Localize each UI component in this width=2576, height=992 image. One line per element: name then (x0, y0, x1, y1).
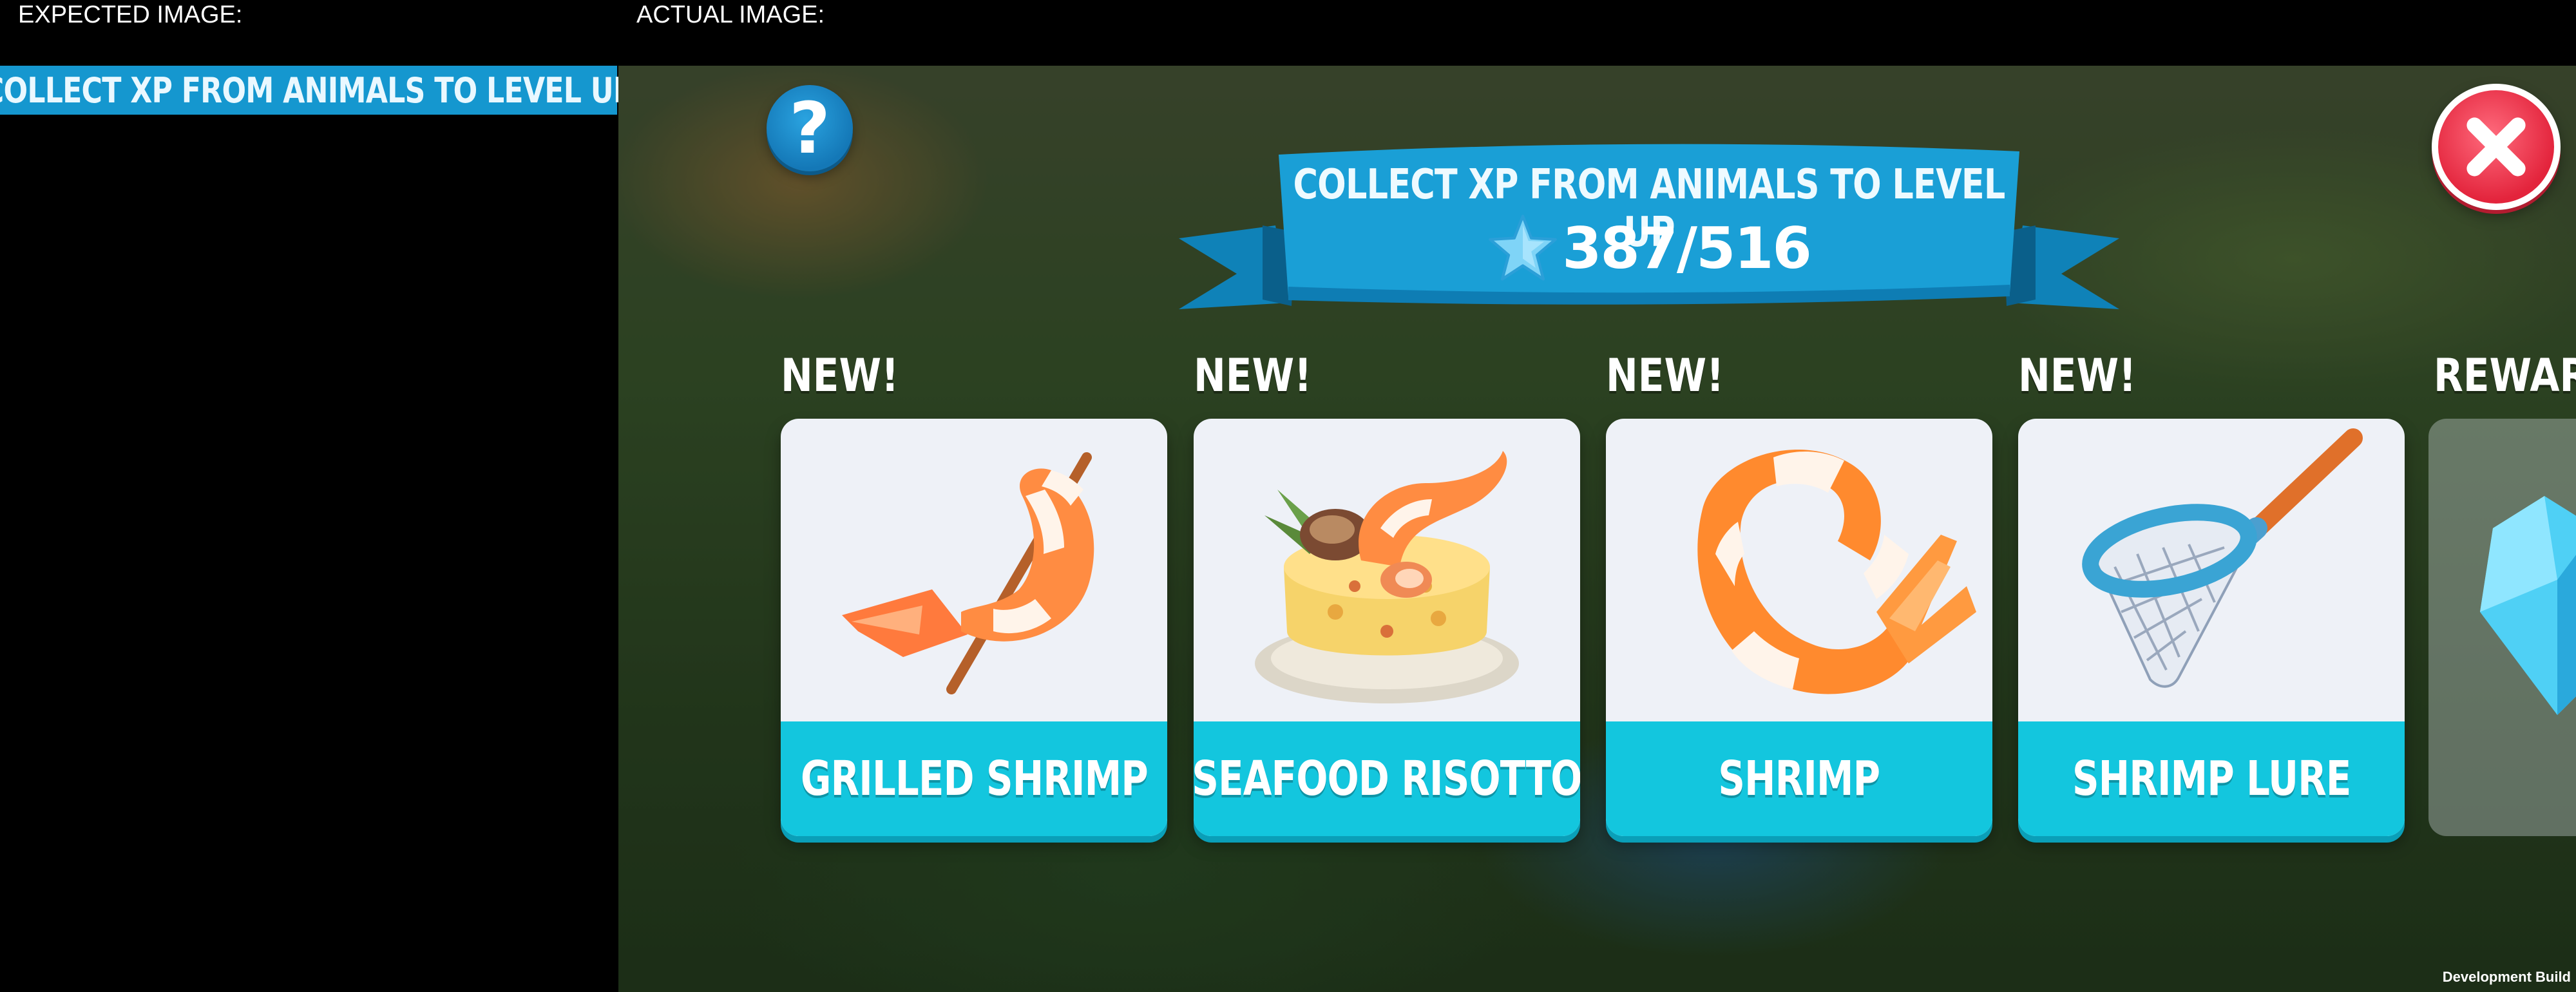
card-name: SEAFOOD RISOTTO (1194, 751, 1580, 806)
card-footer: SHRIMP LURE (2018, 721, 2405, 836)
development-build-label: Development Build (2442, 969, 2571, 985)
seafood-risotto-icon (1255, 451, 1519, 703)
card-body: SEAFOOD RISOTTO (1194, 419, 1580, 836)
expected-crop-text: COLLECT XP FROM ANIMALS TO LEVEL UP (0, 66, 634, 115)
shrimp-lure-icon (2082, 428, 2363, 688)
xp-value: 387/516 (1562, 215, 1812, 281)
star-icon (1489, 215, 1558, 281)
new-badge: NEW! (781, 349, 899, 402)
question-mark-icon: ? (789, 87, 830, 169)
gem-icon (2480, 496, 2576, 715)
expected-image-label: EXPECTED IMAGE: (18, 1, 243, 28)
expected-crop-label: COLLECT XP FROM ANIMALS TO LEVEL UP (0, 70, 634, 111)
new-badge: NEW! (1194, 349, 1312, 402)
close-button[interactable] (2432, 84, 2561, 210)
card-name: SHRIMP LURE (2072, 751, 2351, 806)
xp-progress: 387/516 (1179, 213, 2119, 283)
shrimp-icon (1697, 449, 1976, 694)
game-screen: ? COLLECT XP FROM ANIMALS TO LEVEL UP 38… (618, 66, 2576, 992)
level-banner: COLLECT XP FROM ANIMALS TO LEVEL UP 387/… (1179, 142, 2119, 329)
card-body: SHRIMP LURE (2018, 419, 2405, 836)
help-button[interactable]: ? (767, 85, 853, 171)
reward-card[interactable] (2428, 419, 2576, 836)
card-name: SHRIMP (1718, 751, 1881, 806)
card-footer: SHRIMP (1606, 721, 1992, 836)
new-badge: NEW! (1606, 349, 1724, 402)
reward-label: REWAR (2434, 349, 2576, 402)
card-body: GRILLED SHRIMP (781, 419, 1167, 836)
actual-image-label: ACTUAL IMAGE: (636, 1, 825, 28)
new-badge: NEW! (2018, 349, 2137, 402)
grilled-shrimp-icon (842, 452, 1094, 694)
card-body: SHRIMP (1606, 419, 1992, 836)
close-icon (2466, 117, 2526, 176)
card-footer: GRILLED SHRIMP (781, 721, 1167, 836)
card-name: GRILLED SHRIMP (800, 751, 1149, 806)
card-footer: SEAFOOD RISOTTO (1194, 721, 1580, 836)
